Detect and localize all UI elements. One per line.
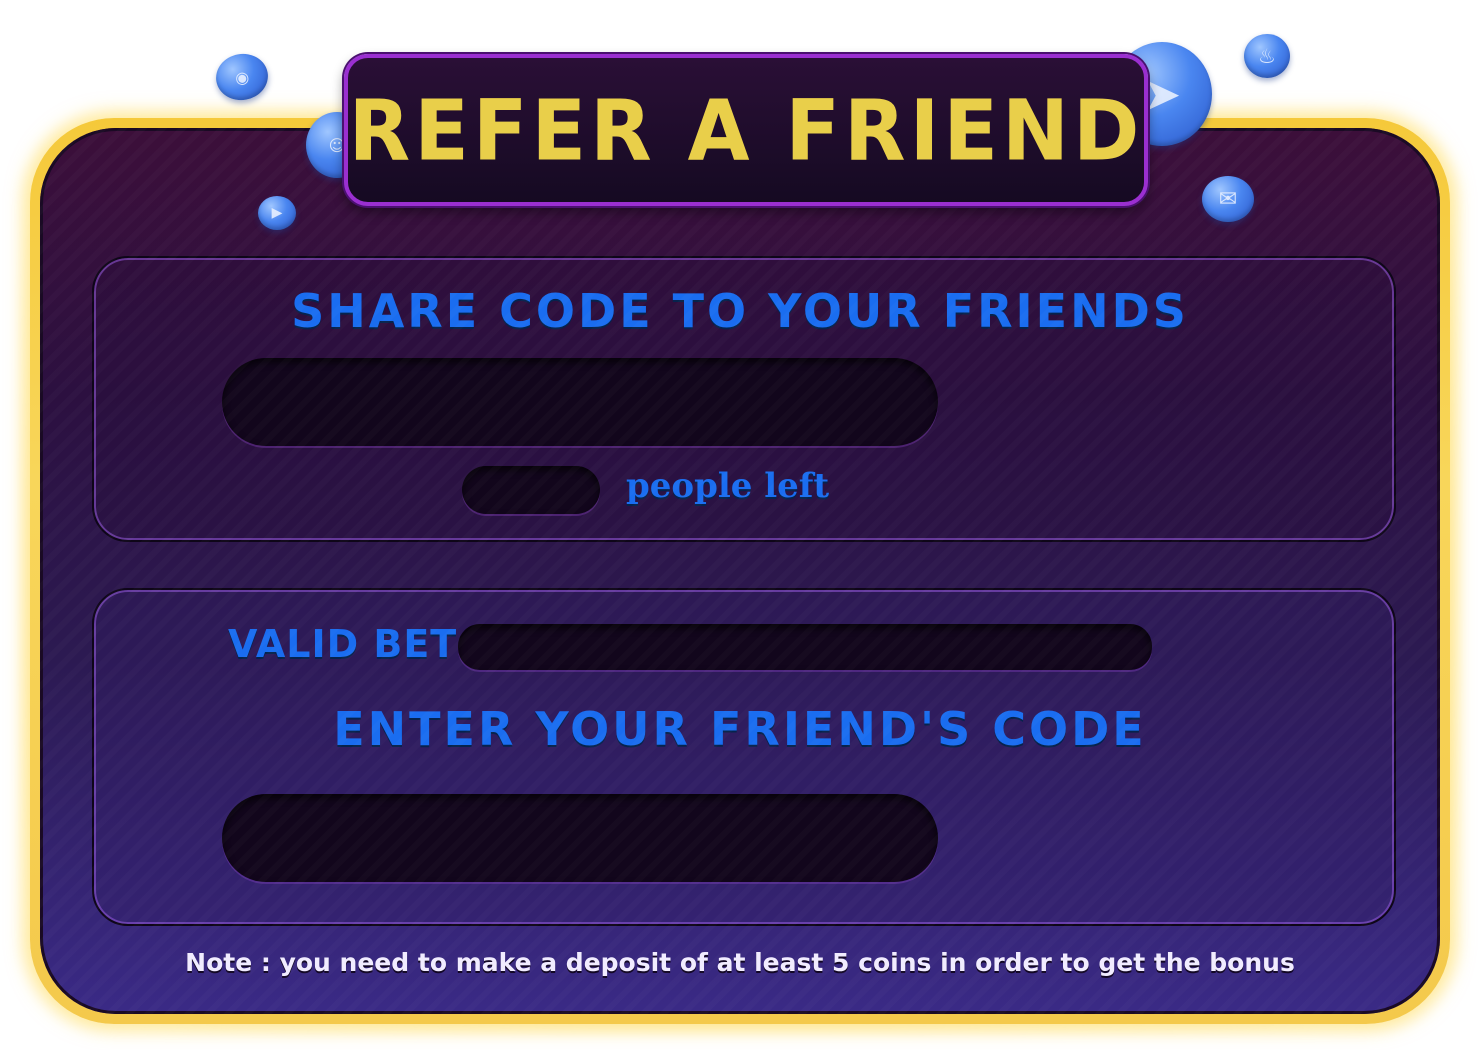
share-code-heading: SHARE CODE TO YOUR FRIENDS <box>291 284 1189 338</box>
people-left-count <box>462 466 600 514</box>
valid-bet-label: VALID BET <box>228 622 458 666</box>
deposit-note: Note : you need to make a deposit of at … <box>185 948 1295 977</box>
bell-icon: ♨ <box>1244 34 1290 78</box>
youtube-icon: ▶ <box>258 196 296 230</box>
title-plate: REFER A FRIEND <box>344 54 1148 206</box>
people-left-label: people left <box>626 466 830 506</box>
page-title: REFER A FRIEND <box>348 81 1144 179</box>
mail-icon: ✉ <box>1202 176 1254 222</box>
friend-code-input[interactable] <box>222 794 938 882</box>
discord-icon: ◉ <box>212 49 272 105</box>
dialog-panel: SHARE CODE TO YOUR FRIENDS people left V… <box>40 128 1440 1014</box>
enter-code-heading: ENTER YOUR FRIEND'S CODE <box>333 702 1147 756</box>
share-code-field[interactable] <box>222 358 938 446</box>
valid-bet-bar <box>458 624 1152 670</box>
